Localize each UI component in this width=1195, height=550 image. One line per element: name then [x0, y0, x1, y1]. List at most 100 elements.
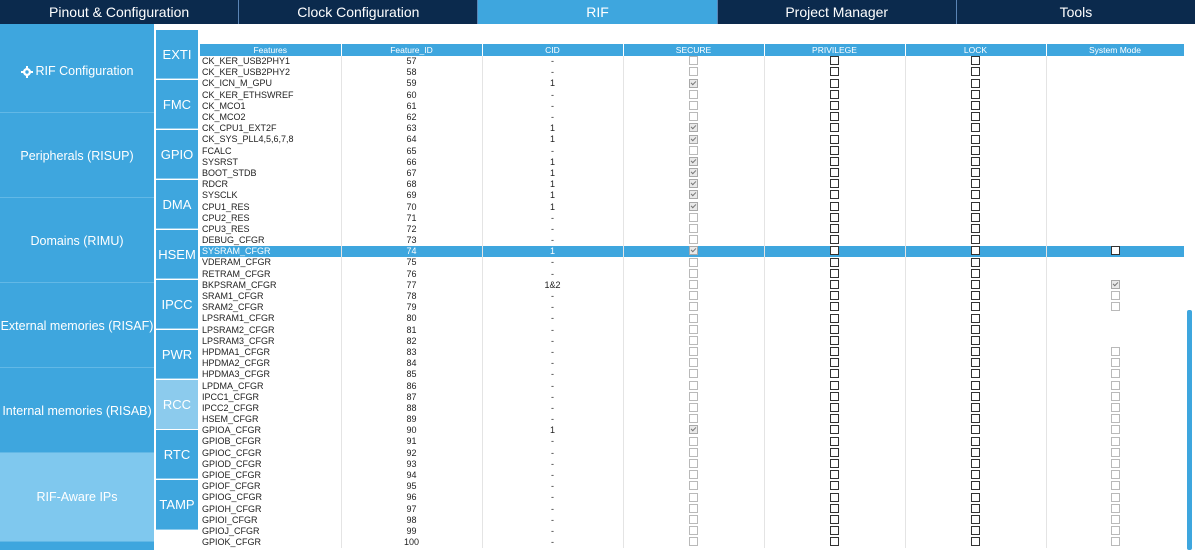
tab-clock-configuration[interactable]: Clock Configuration: [239, 0, 479, 24]
table-row[interactable]: GPIOE_CFGR 94-: [200, 469, 1184, 482]
table-row[interactable]: CPU2_RES 71-: [200, 212, 1184, 224]
table-row[interactable]: GPIOD_CFGR 93-: [200, 458, 1184, 470]
table-row[interactable]: HPDMA2_CFGR 84-: [200, 358, 1184, 370]
tab-project-manager[interactable]: Project Manager: [718, 0, 957, 24]
privilege-checkbox[interactable]: [830, 78, 839, 88]
table-row[interactable]: BOOT_STDB 67 1: [200, 167, 1184, 180]
table-row[interactable]: CPU3_RES 72-: [200, 223, 1184, 235]
privilege-checkbox[interactable]: [830, 503, 839, 513]
table-row[interactable]: RDCR 68 1: [200, 179, 1184, 191]
table-row[interactable]: CK_ICN_M_GPU 59 1: [200, 78, 1184, 90]
lock-checkbox[interactable]: [971, 391, 980, 401]
lock-checkbox[interactable]: [971, 67, 980, 77]
lock-checkbox[interactable]: [971, 403, 980, 413]
lock-checkbox[interactable]: [971, 56, 980, 66]
lock-checkbox[interactable]: [971, 358, 980, 368]
lock-checkbox[interactable]: [971, 145, 980, 155]
ip-gpio[interactable]: GPIO: [156, 130, 198, 179]
privilege-checkbox[interactable]: [830, 268, 839, 278]
privilege-checkbox[interactable]: [830, 425, 839, 435]
ip-pwr[interactable]: PWR: [156, 330, 198, 379]
ip-tamp[interactable]: TAMP: [156, 480, 198, 530]
table-row[interactable]: IPCC1_CFGR 87-: [200, 391, 1184, 403]
lock-checkbox[interactable]: [971, 335, 980, 345]
lock-checkbox[interactable]: [971, 526, 980, 536]
table-row[interactable]: LPDMA_CFGR 86-: [200, 380, 1184, 392]
header-feature-id[interactable]: Feature_ID: [341, 44, 483, 56]
lock-checkbox[interactable]: [971, 268, 980, 278]
table-row[interactable]: GPIOJ_CFGR 99-: [200, 525, 1184, 538]
lock-checkbox[interactable]: [971, 436, 980, 446]
header-features[interactable]: Features: [200, 44, 342, 56]
privilege-checkbox[interactable]: [830, 380, 839, 390]
table-row[interactable]: GPIOH_CFGR 97-: [200, 503, 1184, 515]
lock-checkbox[interactable]: [971, 112, 980, 122]
privilege-checkbox[interactable]: [830, 190, 839, 200]
table-row[interactable]: HPDMA1_CFGR 83-: [200, 346, 1184, 359]
table-row[interactable]: RETRAM_CFGR 76-: [200, 268, 1184, 280]
privilege-checkbox[interactable]: [830, 112, 839, 122]
lock-checkbox[interactable]: [971, 291, 980, 301]
table-row[interactable]: DEBUG_CFGR 73-: [200, 235, 1184, 247]
privilege-checkbox[interactable]: [830, 447, 839, 457]
table-scrollbar[interactable]: [1184, 44, 1195, 550]
privilege-checkbox[interactable]: [830, 481, 839, 491]
lock-checkbox[interactable]: [971, 470, 980, 480]
privilege-checkbox[interactable]: [830, 391, 839, 401]
lock-checkbox[interactable]: [971, 347, 980, 357]
privilege-checkbox[interactable]: [830, 492, 839, 502]
table-row[interactable]: SRAM1_CFGR 78-: [200, 290, 1184, 303]
privilege-checkbox[interactable]: [830, 302, 839, 312]
table-row[interactable]: BKPSRAM_CFGR 77 1&2: [200, 279, 1184, 291]
lock-checkbox[interactable]: [971, 201, 980, 211]
nav-internal-memories-risab[interactable]: Internal memories (RISAB): [0, 369, 154, 453]
lock-checkbox[interactable]: [971, 481, 980, 491]
lock-checkbox[interactable]: [971, 369, 980, 379]
system-mode-checkbox[interactable]: [1110, 246, 1120, 256]
table-row[interactable]: CK_KER_USB2PHY1 57-: [200, 56, 1184, 68]
privilege-checkbox[interactable]: [830, 358, 839, 368]
header-lock[interactable]: LOCK: [905, 44, 1047, 56]
lock-checkbox[interactable]: [971, 246, 980, 256]
privilege-checkbox[interactable]: [830, 526, 839, 536]
privilege-checkbox[interactable]: [830, 279, 839, 289]
tab-pinout-configuration[interactable]: Pinout & Configuration: [0, 0, 240, 24]
privilege-checkbox[interactable]: [830, 168, 839, 178]
header-privilege[interactable]: PRIVILEGE: [764, 44, 906, 56]
privilege-checkbox[interactable]: [830, 403, 839, 413]
ip-fmc[interactable]: FMC: [156, 80, 198, 129]
table-row[interactable]: SRAM2_CFGR 79-: [200, 302, 1184, 314]
ip-exti[interactable]: EXTI: [156, 30, 198, 79]
lock-checkbox[interactable]: [971, 425, 980, 435]
privilege-checkbox[interactable]: [830, 470, 839, 480]
lock-checkbox[interactable]: [971, 380, 980, 390]
header-secure[interactable]: SECURE: [623, 44, 765, 56]
table-row[interactable]: SYSCLK 69 1: [200, 190, 1184, 202]
privilege-checkbox[interactable]: [830, 514, 839, 524]
lock-checkbox[interactable]: [971, 537, 980, 547]
table-row[interactable]: LPSRAM3_CFGR 82-: [200, 335, 1184, 347]
privilege-checkbox[interactable]: [830, 335, 839, 345]
table-row[interactable]: GPIOG_CFGR 96-: [200, 492, 1184, 504]
ip-rcc[interactable]: RCC: [156, 380, 198, 429]
ip-ipcc[interactable]: IPCC: [156, 280, 198, 329]
privilege-checkbox[interactable]: [830, 291, 839, 301]
lock-checkbox[interactable]: [971, 100, 980, 110]
lock-checkbox[interactable]: [971, 78, 980, 88]
lock-checkbox[interactable]: [971, 168, 980, 178]
lock-checkbox[interactable]: [971, 224, 980, 234]
privilege-checkbox[interactable]: [830, 246, 839, 256]
table-row[interactable]: GPIOB_CFGR 91-: [200, 436, 1184, 448]
header-system-mode[interactable]: System Mode: [1046, 44, 1184, 56]
table-row[interactable]: GPIOK_CFGR 100-: [200, 537, 1184, 549]
table-row[interactable]: HPDMA3_CFGR 85-: [200, 369, 1184, 381]
privilege-checkbox[interactable]: [830, 67, 839, 77]
table-row[interactable]: FCALC 65-: [200, 145, 1184, 157]
lock-checkbox[interactable]: [971, 212, 980, 222]
lock-checkbox[interactable]: [971, 235, 980, 245]
privilege-checkbox[interactable]: [830, 537, 839, 547]
table-row[interactable]: SYSRST 66 1: [200, 156, 1184, 168]
table-row[interactable]: CK_SYS_PLL4,5,6,7,8 64 1: [200, 134, 1184, 146]
lock-checkbox[interactable]: [971, 134, 980, 144]
lock-checkbox[interactable]: [971, 89, 980, 99]
